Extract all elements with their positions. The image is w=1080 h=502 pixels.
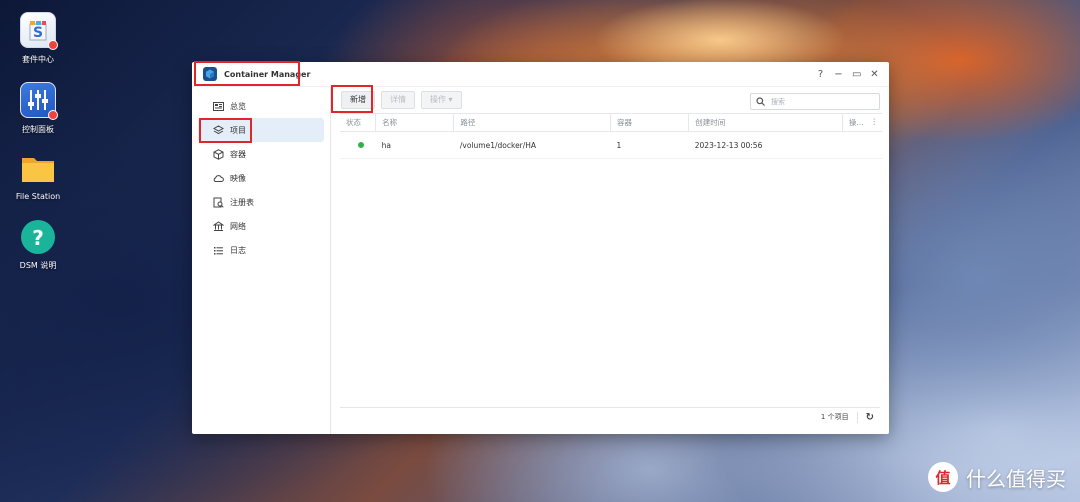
svg-text:S: S	[33, 25, 43, 41]
created-cell: 2023-12-13 00:56	[688, 131, 843, 159]
projects-table: 状态 名称 路径 容器 创建时间 操... ⋮ ha /volume1/dock…	[340, 113, 882, 159]
sidebar-item-label: 映像	[230, 173, 246, 183]
sidebar-item-label: 总览	[230, 101, 246, 111]
column-header-action-label: 操...	[848, 118, 864, 127]
minimize-button[interactable]: −	[834, 69, 843, 80]
desktop-icon-label: File Station	[15, 192, 61, 201]
desktop-icon-file-station[interactable]: File Station	[8, 152, 68, 201]
network-icon	[213, 220, 224, 232]
column-header-name[interactable]: 名称	[375, 113, 454, 132]
search-box[interactable]	[750, 93, 880, 110]
notification-badge	[48, 40, 58, 50]
watermark: 值 什么值得买	[928, 462, 1066, 492]
column-header-containers[interactable]: 容器	[609, 113, 689, 132]
watermark-logo-icon: 值	[928, 462, 958, 492]
action-dropdown[interactable]: 操作 ▾	[421, 91, 462, 109]
column-menu-icon[interactable]: ⋮	[871, 117, 879, 126]
svg-text:?: ?	[32, 226, 44, 250]
watermark-text: 什么值得买	[966, 466, 1066, 491]
desktop-icon-label: DSM 说明	[19, 261, 57, 270]
column-header-status[interactable]: 状态	[340, 113, 376, 132]
footer-divider	[856, 411, 858, 423]
main-content: 新增 详情 操作 ▾ 状态 名称 路径 容器 创建时间 操... ⋮	[331, 87, 889, 434]
desktop-icon-package-center[interactable]: S 套件中心	[8, 12, 68, 65]
column-header-action[interactable]: 操... ⋮	[841, 113, 882, 132]
sidebar-item-logs[interactable]: 日志	[198, 238, 324, 262]
desktop-icon-control-panel[interactable]: 控制面板	[8, 82, 68, 135]
cube-icon	[213, 148, 224, 160]
action-cell	[842, 131, 882, 159]
sidebar-item-images[interactable]: 映像	[198, 166, 324, 190]
container-manager-window: Container Manager ? − ▭ ✕ 总览 项目 容器 映像 注册…	[192, 62, 889, 434]
desktop-icon-dsm-help[interactable]: ? DSM 说明	[8, 220, 68, 271]
item-count: 1 个项目	[820, 413, 849, 421]
table-header-row: 状态 名称 路径 容器 创建时间 操... ⋮	[340, 113, 882, 132]
container-manager-logo-icon	[203, 67, 217, 81]
help-button[interactable]: ?	[816, 69, 825, 80]
search-input[interactable]	[769, 96, 873, 107]
create-button[interactable]: 新增	[341, 91, 375, 109]
sidebar-item-network[interactable]: 网络	[198, 214, 324, 238]
refresh-icon[interactable]: ↻	[866, 412, 874, 423]
sidebar-item-label: 容器	[230, 149, 246, 159]
overview-icon	[213, 101, 224, 112]
window-titlebar[interactable]: Container Manager ? − ▭ ✕	[192, 62, 889, 87]
close-button[interactable]: ✕	[870, 69, 879, 80]
search-icon	[756, 97, 765, 106]
registry-icon	[213, 197, 224, 208]
sidebar-item-overview[interactable]: 总览	[198, 94, 324, 118]
sidebar-item-registry[interactable]: 注册表	[198, 190, 324, 214]
status-running-icon	[358, 141, 364, 148]
list-icon	[213, 245, 224, 256]
notification-badge	[48, 110, 58, 120]
details-button[interactable]: 详情	[381, 91, 415, 109]
control-panel-icon	[20, 82, 58, 120]
table-row[interactable]: ha /volume1/docker/HA 1 2023-12-13 00:56	[340, 131, 882, 159]
folder-icon	[21, 152, 55, 186]
path-cell: /volume1/docker/HA	[453, 131, 611, 159]
maximize-button[interactable]: ▭	[852, 69, 861, 80]
sidebar-item-containers[interactable]: 容器	[198, 142, 324, 166]
desktop-icon-label: 控制面板	[22, 125, 54, 134]
containers-cell: 1	[610, 131, 689, 159]
table-footer: 1 个项目 ↻	[340, 407, 880, 426]
desktop-icon-label: 套件中心	[22, 55, 54, 64]
sidebar-item-label: 日志	[230, 245, 246, 255]
sidebar-item-label: 网络	[230, 221, 246, 231]
sidebar: 总览 项目 容器 映像 注册表 网络 日志	[192, 87, 331, 434]
sidebar-item-projects[interactable]: 项目	[198, 118, 324, 142]
column-header-created[interactable]: 创建时间	[688, 113, 843, 132]
package-center-icon: S	[20, 12, 58, 50]
help-icon: ?	[21, 220, 55, 254]
sidebar-item-label: 项目	[230, 125, 246, 135]
window-title: Container Manager	[224, 69, 311, 79]
cloud-icon	[213, 173, 224, 184]
sidebar-item-label: 注册表	[230, 197, 254, 207]
name-cell: ha	[375, 131, 454, 159]
column-header-path[interactable]: 路径	[453, 113, 611, 132]
layers-icon	[213, 124, 224, 136]
status-cell	[340, 131, 376, 159]
toolbar: 新增 详情 操作 ▾	[331, 87, 889, 113]
